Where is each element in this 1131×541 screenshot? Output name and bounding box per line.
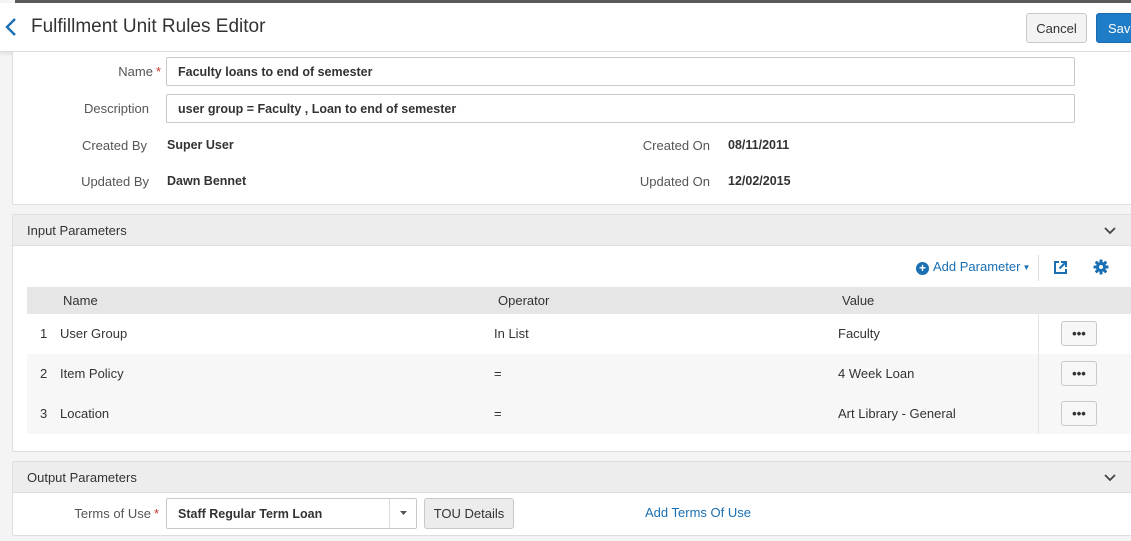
row-actions-button[interactable]: ••• (1061, 401, 1097, 426)
chevron-down-icon[interactable] (1103, 472, 1117, 484)
general-details-panel: Name * Faculty loans to end of semester D… (12, 52, 1131, 205)
description-input[interactable]: user group = Faculty , Loan to end of se… (166, 94, 1075, 123)
row-separator (1038, 394, 1039, 434)
name-input[interactable]: Faculty loans to end of semester (166, 57, 1075, 86)
chevron-down-icon[interactable] (1103, 225, 1117, 237)
created-by-value: Super User (167, 138, 234, 152)
tou-details-button[interactable]: TOU Details (424, 498, 514, 529)
output-parameters-header[interactable]: Output Parameters (13, 462, 1131, 493)
row-actions-button[interactable]: ••• (1061, 321, 1097, 346)
add-terms-of-use-link[interactable]: Add Terms Of Use (645, 505, 751, 520)
column-header-operator[interactable]: Operator (498, 293, 549, 308)
updated-on-value: 12/02/2015 (728, 174, 791, 188)
row-operator: In List (494, 326, 529, 341)
row-value: Art Library - General (838, 406, 956, 421)
select-toggle[interactable] (389, 499, 416, 528)
cancel-button[interactable]: Cancel (1026, 13, 1087, 43)
description-label: Description (83, 101, 149, 116)
row-value: Faculty (838, 326, 880, 341)
created-on-label: Created On (642, 138, 710, 153)
input-parameters-header[interactable]: Input Parameters (13, 215, 1131, 246)
created-on-value: 08/11/2011 (728, 138, 790, 152)
table-row: 1 User Group In List Faculty ••• (27, 314, 1131, 354)
plus-circle-icon: + (916, 262, 929, 275)
output-parameters-panel: Output Parameters Terms of Use * Staff Re… (12, 461, 1131, 536)
input-parameters-panel: Input Parameters + Add Parameter ▼ Name Op… (12, 214, 1131, 452)
row-value: 4 Week Loan (838, 366, 915, 381)
row-name: Item Policy (60, 366, 124, 381)
name-label: Name * (118, 64, 161, 79)
page-title: Fulfillment Unit Rules Editor (31, 16, 266, 37)
row-operator: = (494, 406, 502, 421)
table-row: 2 Item Policy = 4 Week Loan ••• (27, 354, 1131, 394)
toolbar-divider (1038, 255, 1039, 281)
add-parameter-label: Add Parameter (933, 259, 1021, 274)
row-index: 3 (40, 406, 48, 421)
save-button[interactable]: Save (1096, 13, 1131, 43)
terms-of-use-select[interactable]: Staff Regular Term Loan (166, 498, 417, 529)
add-parameter-button[interactable]: + Add Parameter ▼ (916, 259, 1030, 275)
row-separator (1038, 354, 1039, 394)
chevron-left-icon[interactable] (4, 17, 18, 37)
row-index: 2 (40, 366, 48, 381)
column-header-name[interactable]: Name (63, 293, 98, 308)
updated-on-label: Updated On (639, 174, 710, 189)
created-by-label: Created By (81, 138, 147, 153)
row-actions-button[interactable]: ••• (1061, 361, 1097, 386)
caret-down-icon: ▼ (1022, 263, 1031, 272)
export-icon[interactable] (1053, 260, 1068, 275)
table-row: 3 Location = Art Library - General ••• (27, 394, 1131, 434)
terms-of-use-label: Terms of Use * (74, 506, 159, 521)
row-operator: = (494, 366, 502, 381)
gear-icon[interactable] (1093, 259, 1109, 275)
row-name: Location (60, 406, 110, 421)
input-parameters-title: Input Parameters (27, 223, 127, 238)
column-header-value[interactable]: Value (842, 293, 874, 308)
table-header: Name Operator Value (27, 287, 1131, 314)
page-header: Fulfillment Unit Rules Editor Cancel Sav… (0, 3, 1131, 52)
row-name: User Group (60, 326, 128, 341)
terms-of-use-value: Staff Regular Term Loan (178, 507, 323, 521)
row-separator (1038, 314, 1039, 354)
updated-by-label: Updated By (81, 174, 149, 189)
output-parameters-title: Output Parameters (27, 470, 137, 485)
row-index: 1 (40, 326, 48, 341)
updated-by-value: Dawn Bennet (167, 174, 247, 188)
caret-down-icon (400, 511, 407, 515)
